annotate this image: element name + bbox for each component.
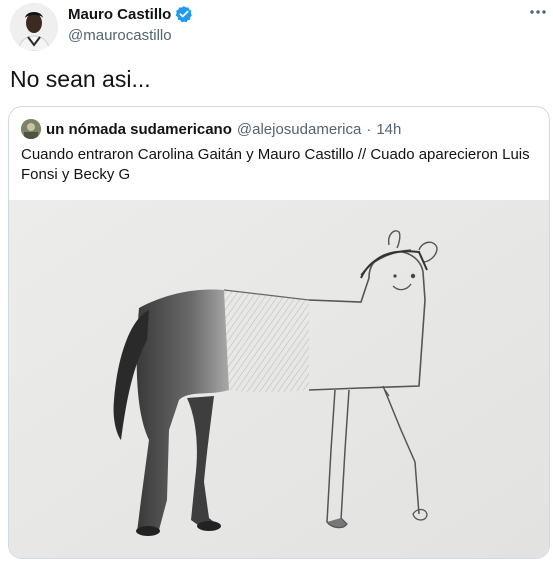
author-handle[interactable]: @maurocastillo — [68, 27, 172, 44]
quoted-avatar[interactable] — [21, 119, 41, 139]
tweet-text: No sean asi... — [10, 66, 151, 92]
quoted-separator: · — [366, 120, 372, 138]
quoted-tweet[interactable]: un nómada sudamericano @alejosudamerica … — [8, 106, 550, 559]
quoted-display-name[interactable]: un nómada sudamericano — [46, 121, 232, 138]
verified-badge-icon — [175, 5, 193, 23]
author-display-name[interactable]: Mauro Castillo — [68, 6, 171, 23]
quoted-header: un nómada sudamericano @alejosudamerica … — [21, 119, 401, 139]
author-avatar[interactable] — [10, 3, 58, 51]
quoted-text: Cuando entraron Carolina Gaitán y Mauro … — [21, 146, 530, 183]
quoted-timestamp[interactable]: 14h — [376, 121, 401, 138]
quoted-handle[interactable]: @alejosudamerica — [237, 121, 361, 138]
tweet: Mauro Castillo @maurocastillo No sean as… — [0, 0, 553, 565]
quoted-image-horse-drawing[interactable] — [9, 200, 549, 558]
more-icon[interactable] — [527, 2, 549, 24]
author-name-row: Mauro Castillo — [68, 5, 193, 23]
